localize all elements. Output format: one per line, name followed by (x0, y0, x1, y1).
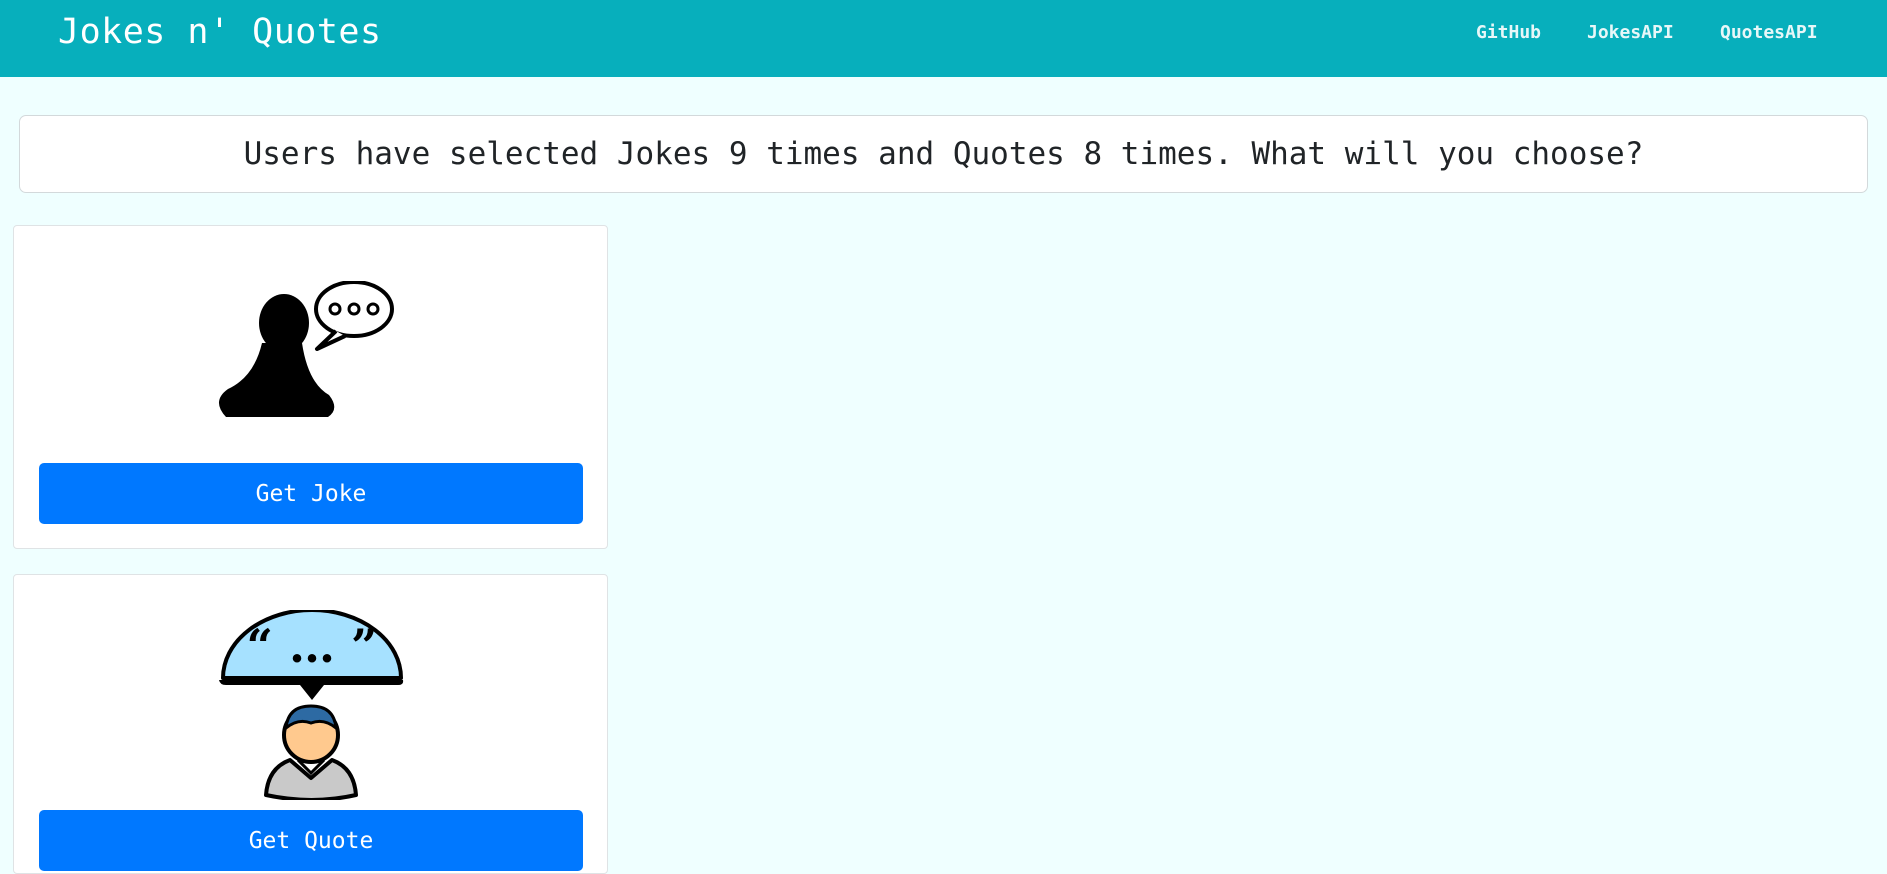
navbar: Jokes n' Quotes GitHub JokesAPI QuotesAP… (0, 0, 1887, 77)
selection-stats-banner: Users have selected Jokes 9 times and Qu… (19, 115, 1868, 193)
nav-link-jokesapi[interactable]: JokesAPI (1587, 22, 1674, 43)
joke-card: Get Joke (13, 225, 608, 549)
svg-text:“ … ”: “ … ” (247, 619, 378, 673)
get-quote-button[interactable]: Get Quote (39, 810, 583, 871)
selection-stats-text: Users have selected Jokes 9 times and Qu… (243, 136, 1644, 172)
person-speech-bubble-icon (218, 281, 394, 417)
get-joke-button[interactable]: Get Joke (39, 463, 583, 524)
nav-link-quotesapi[interactable]: QuotesAPI (1720, 22, 1818, 43)
brand-title[interactable]: Jokes n' Quotes (58, 12, 382, 52)
quote-card: “ … ” Get Quote (13, 574, 608, 874)
nav-link-github[interactable]: GitHub (1476, 22, 1541, 43)
person-quote-bubble-icon: “ … ” (219, 610, 404, 800)
